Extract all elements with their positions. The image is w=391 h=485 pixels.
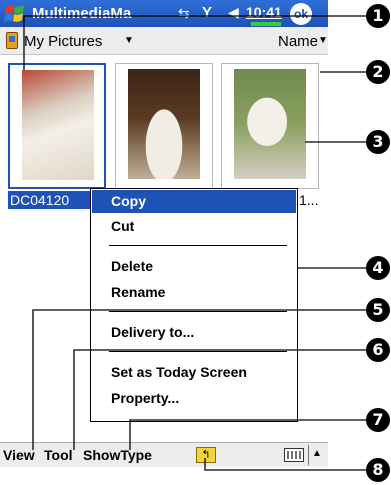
callout-number: 3 (366, 130, 390, 154)
callout-number: 8 (366, 458, 390, 482)
callout-line-7 (129, 419, 366, 450)
callout-number: 6 (366, 338, 390, 362)
callout-line-8 (204, 458, 366, 471)
callout-number: 4 (366, 256, 390, 280)
callout-line-6 (73, 349, 366, 450)
callout-lines (23, 15, 366, 471)
callout-line-1 (23, 15, 366, 70)
callout-line-5 (32, 309, 366, 450)
callout-number: 2 (366, 60, 390, 84)
callout-number: 7 (366, 408, 390, 432)
callout-number: 5 (366, 298, 390, 322)
callout-number: 1 (366, 4, 390, 28)
